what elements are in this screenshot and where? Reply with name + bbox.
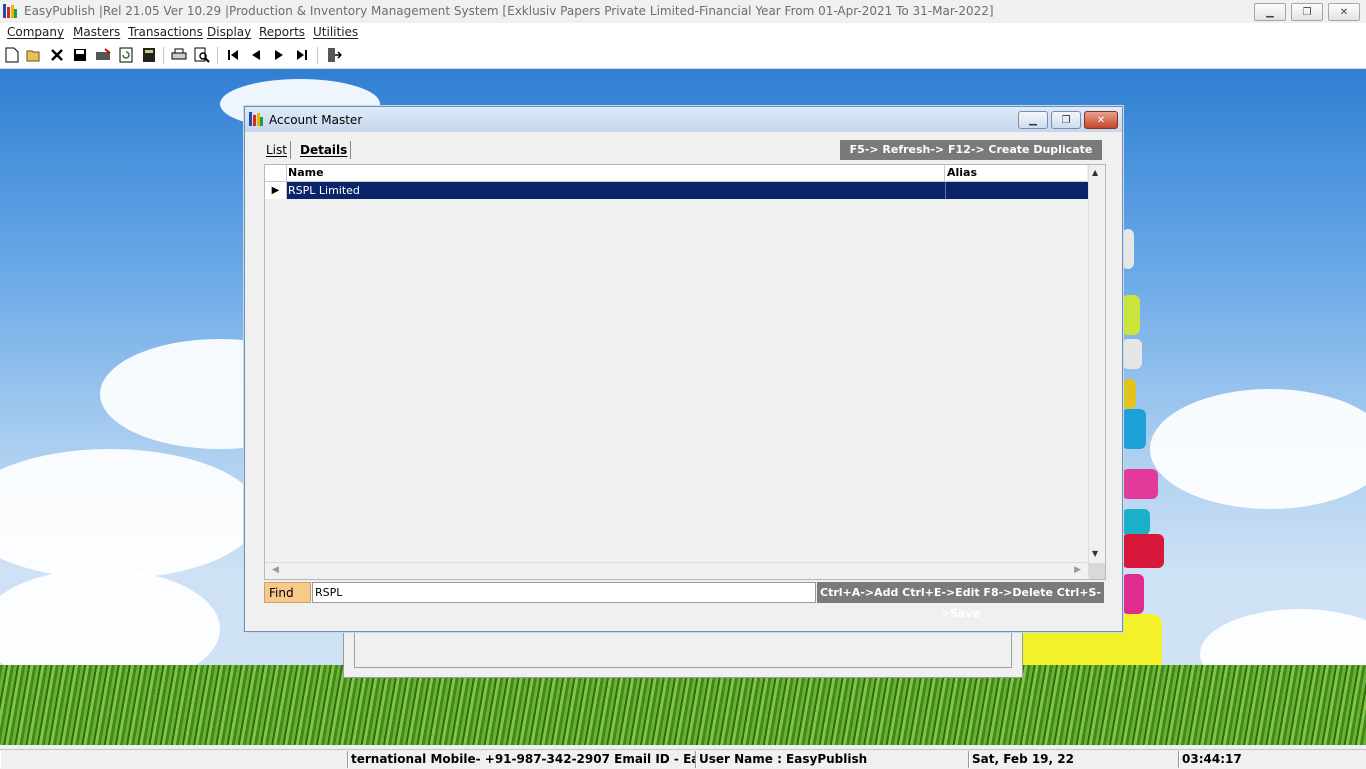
menu-display[interactable]: Display: [207, 25, 251, 39]
open-icon[interactable]: [26, 47, 42, 63]
status-contact: ternational Mobile- +91-987-342-2907 Ema…: [348, 751, 696, 768]
column-header-alias[interactable]: Alias: [947, 166, 977, 179]
account-master-dialog: Account Master ▁ ❐ ✕ List Details F5-> R…: [244, 106, 1123, 632]
status-time: 03:44:17: [1179, 751, 1366, 768]
scroll-right-icon[interactable]: ▶: [1074, 565, 1081, 575]
background-window-frame: [354, 633, 1012, 668]
cloud: [0, 449, 260, 579]
status-date: Sat, Feb 19, 22: [969, 751, 1179, 768]
save-icon[interactable]: [72, 47, 88, 63]
menu-transactions[interactable]: Transactions: [128, 25, 203, 39]
background-window: [343, 628, 1023, 678]
last-record-icon[interactable]: [294, 47, 310, 63]
dialog-minimize-button[interactable]: ▁: [1018, 111, 1048, 129]
cloud: [1150, 389, 1366, 509]
minimize-icon: ▁: [1266, 6, 1274, 18]
tab-list[interactable]: List: [263, 141, 291, 159]
scroll-up-icon[interactable]: ▲: [1092, 168, 1098, 177]
refresh-icon[interactable]: [118, 47, 134, 63]
app-title: EasyPublish |Rel 21.05 Ver 10.29 |Produc…: [24, 4, 994, 18]
minimize-button[interactable]: ▁: [1254, 3, 1286, 21]
status-bar: ternational Mobile- +91-987-342-2907 Ema…: [0, 749, 1366, 769]
cell-name[interactable]: RSPL Limited: [287, 182, 945, 199]
grid-header: Name Alias: [265, 165, 1087, 182]
app-logo-icon: [3, 4, 17, 18]
horizontal-scrollbar[interactable]: ◀ ▶: [265, 562, 1087, 579]
cancel-icon[interactable]: [95, 47, 111, 63]
find-input[interactable]: RSPL: [312, 582, 816, 603]
close-button[interactable]: ✕: [1328, 3, 1360, 21]
find-row: Find RSPL Ctrl+A->Add Ctrl+E->Edit F8->D…: [264, 582, 1104, 620]
dialog-title: Account Master: [269, 113, 363, 127]
cell-alias[interactable]: [945, 182, 1088, 199]
shortcut-hint-bottom: Ctrl+A->Add Ctrl+E->Edit F8->Delete Ctrl…: [817, 582, 1104, 620]
first-record-icon[interactable]: [225, 47, 241, 63]
dialog-app-icon: [249, 112, 263, 126]
column-divider[interactable]: [944, 165, 945, 181]
status-user: User Name : EasyPublish: [696, 751, 969, 768]
table-row[interactable]: ▶ RSPL Limited: [265, 182, 1088, 199]
find-label: Find: [264, 582, 311, 603]
print-icon[interactable]: [171, 47, 187, 63]
menu-company[interactable]: Company: [7, 25, 64, 39]
print-preview-icon[interactable]: [194, 47, 210, 63]
exit-icon[interactable]: [326, 47, 342, 63]
menu-masters[interactable]: Masters: [73, 25, 120, 39]
delete-icon[interactable]: [49, 47, 65, 63]
new-icon[interactable]: [4, 47, 20, 63]
vertical-scrollbar[interactable]: ▲ ▼: [1088, 165, 1105, 577]
close-icon: ✕: [1096, 114, 1106, 126]
minimize-icon: ▁: [1029, 114, 1037, 126]
scroll-left-icon[interactable]: ◀: [272, 565, 279, 575]
toolbar-separator: [217, 47, 218, 64]
shortcut-hint-top: F5-> Refresh-> F12-> Create Duplicate Ac…: [840, 140, 1102, 176]
app-title-bar: EasyPublish |Rel 21.05 Ver 10.29 |Produc…: [0, 0, 1366, 24]
maximize-icon: ❐: [1061, 114, 1071, 126]
tab-details[interactable]: Details: [297, 141, 352, 159]
row-header-corner: [265, 165, 287, 181]
menu-bar: Company Masters Transactions Display Rep…: [0, 23, 1366, 43]
close-icon: ✕: [1339, 6, 1349, 18]
dialog-title-bar[interactable]: Account Master ▁ ❐ ✕: [245, 107, 1122, 132]
menu-reports[interactable]: Reports: [259, 25, 305, 39]
menu-utilities[interactable]: Utilities: [313, 25, 358, 39]
scrollbar-corner: [1089, 563, 1105, 579]
dialog-close-button[interactable]: ✕: [1084, 111, 1118, 129]
accounts-grid: Name Alias ▶ RSPL Limited ▲ ▼ ◀ ▶: [264, 164, 1106, 580]
dialog-maximize-button[interactable]: ❐: [1051, 111, 1081, 129]
previous-record-icon[interactable]: [248, 47, 264, 63]
status-empty-pane: [0, 751, 348, 768]
next-record-icon[interactable]: [271, 47, 287, 63]
toolbar-separator: [317, 47, 318, 64]
restore-button[interactable]: ❐: [1291, 3, 1323, 21]
toolbar: [0, 43, 1366, 69]
calculator-icon[interactable]: [141, 47, 157, 63]
toolbar-separator: [163, 47, 164, 64]
restore-icon: ❐: [1302, 6, 1312, 18]
current-row-indicator-icon: ▶: [265, 182, 287, 199]
column-header-name[interactable]: Name: [288, 166, 324, 179]
scroll-down-icon[interactable]: ▼: [1092, 549, 1098, 558]
